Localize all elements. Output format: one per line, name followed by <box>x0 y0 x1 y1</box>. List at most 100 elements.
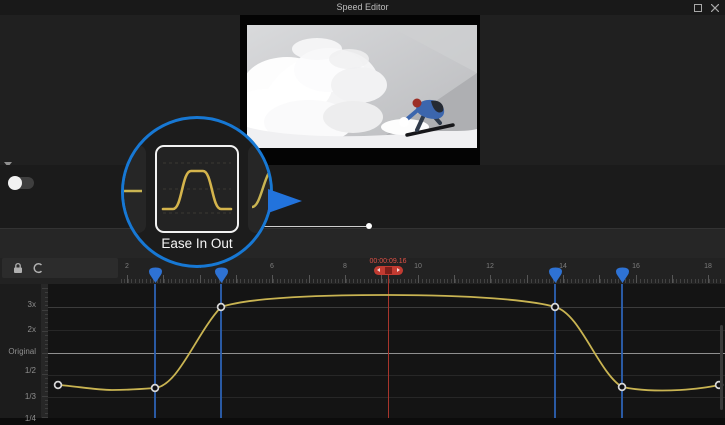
ruler-tick <box>190 279 191 283</box>
keyframe-point[interactable] <box>218 304 225 311</box>
ruler-tick-major <box>672 275 673 283</box>
ruler-tick <box>607 279 608 283</box>
ruler-tick-major <box>636 275 637 283</box>
video-preview-snowboarder <box>247 25 477 148</box>
ruler-tick <box>360 279 361 283</box>
ruler-tick <box>299 279 300 283</box>
ruler-tick <box>538 279 539 283</box>
ruler-tick <box>357 279 358 283</box>
ruler-tick <box>371 279 372 283</box>
ruler-tick <box>665 279 666 283</box>
ruler-tick <box>604 279 605 283</box>
playhead-prev-arrow-icon[interactable] <box>377 268 380 272</box>
ruler-tick <box>124 279 125 283</box>
ruler-tick <box>269 279 270 283</box>
magnified-neighbor-tile-left <box>121 145 146 233</box>
ruler-tick <box>259 279 260 283</box>
ruler-tick <box>324 279 325 283</box>
ruler-tick <box>720 279 721 283</box>
preview-section <box>0 15 725 165</box>
ruler-tick-major <box>127 275 128 283</box>
ruler-tick <box>589 279 590 283</box>
ruler-tick-major <box>345 275 346 283</box>
ruler-tick-major <box>454 275 455 283</box>
ruler-tick <box>393 279 394 283</box>
maximize-icon[interactable] <box>694 4 702 12</box>
ruler-tick <box>400 279 401 283</box>
preset-scrollbar[interactable] <box>262 226 366 227</box>
magnifier-label: Ease In Out <box>124 236 270 251</box>
ruler-tick <box>139 279 140 283</box>
ruler-tick <box>389 279 390 283</box>
ruler-tick <box>364 279 365 283</box>
magnified-ease-in-out-tile[interactable] <box>155 145 239 233</box>
ruler-tick <box>248 279 249 283</box>
preset-scrollbar-thumb[interactable] <box>366 223 372 229</box>
toggle-knob[interactable] <box>8 176 22 190</box>
ruler-tick <box>644 279 645 283</box>
rotate-icon[interactable] <box>32 262 44 274</box>
ruler-tick <box>531 279 532 283</box>
keyframe-marker[interactable] <box>549 267 562 283</box>
ruler-tick <box>498 279 499 283</box>
ruler-tick-major <box>599 275 600 283</box>
ruler-tick <box>288 279 289 283</box>
lock-icon[interactable] <box>12 262 24 274</box>
ruler-tick <box>695 279 696 283</box>
playhead-handle[interactable] <box>374 266 403 275</box>
ruler-tick <box>429 279 430 283</box>
ruler-tick <box>135 279 136 283</box>
keyframe-point[interactable] <box>152 385 159 392</box>
ruler-tick <box>131 279 132 283</box>
ruler-corner <box>2 258 118 278</box>
keyframe-marker[interactable] <box>149 267 162 283</box>
graph-scrollbar[interactable] <box>720 325 723 410</box>
ruler-tick <box>197 279 198 283</box>
magnified-curve-icon <box>157 147 237 231</box>
ruler-tick <box>433 279 434 283</box>
ruler-tick <box>349 279 350 283</box>
keyframe-point[interactable] <box>55 382 62 389</box>
ruler-tick <box>571 279 572 283</box>
ruler-tick <box>193 279 194 283</box>
ruler-tick-major <box>200 275 201 283</box>
ruler-tick <box>171 279 172 283</box>
keyframe-point[interactable] <box>552 304 559 311</box>
video-preview-frame <box>240 15 480 165</box>
ruler-tick <box>520 279 521 283</box>
preset-row: ConstantCustomEase OutEase In OutWaveDou… <box>0 165 725 228</box>
ruler-number: 2 <box>125 263 129 270</box>
playhead-handle-center <box>385 267 392 274</box>
toolbar: Undo Redo Reset Play Stop <box>0 228 725 258</box>
ruler-tick <box>680 279 681 283</box>
ruler-tick <box>408 279 409 283</box>
ruler-tick <box>397 279 398 283</box>
ruler-tick <box>168 279 169 283</box>
ruler-tick <box>484 279 485 283</box>
ruler-tick <box>378 279 379 283</box>
ruler-tick <box>251 279 252 283</box>
close-icon[interactable] <box>711 4 719 12</box>
ruler-tick <box>422 279 423 283</box>
ruler-tick <box>502 279 503 283</box>
ruler-tick <box>208 279 209 283</box>
ruler-tick <box>331 279 332 283</box>
ruler-tick <box>647 279 648 283</box>
ruler-tick <box>328 279 329 283</box>
ruler-tick <box>567 279 568 283</box>
playhead-next-arrow-icon[interactable] <box>397 268 400 272</box>
keyframe-point[interactable] <box>619 384 626 391</box>
ruler-tick <box>426 279 427 283</box>
ruler-tick <box>266 279 267 283</box>
keyframe-marker[interactable] <box>215 267 228 283</box>
ruler-tick-major <box>490 275 491 283</box>
ruler-tick <box>687 279 688 283</box>
voice-pitch-toggle[interactable] <box>10 177 34 189</box>
ruler-tick <box>368 279 369 283</box>
ruler-tick <box>469 279 470 283</box>
keyframe-marker[interactable] <box>616 267 629 283</box>
ruler-tick <box>586 279 587 283</box>
ruler-tick <box>629 279 630 283</box>
ruler-tick <box>244 279 245 283</box>
ruler-number: 12 <box>486 263 494 270</box>
